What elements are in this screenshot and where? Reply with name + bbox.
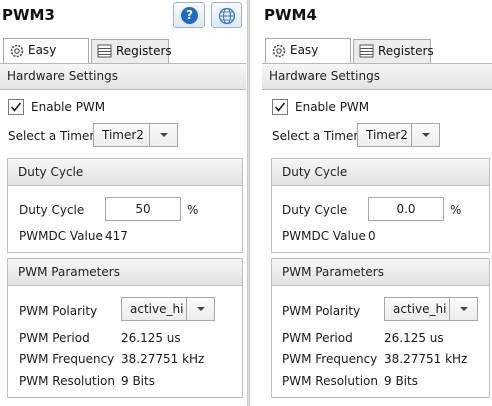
tab-registers[interactable]: Registers: [353, 39, 434, 63]
resolution-label: PWM Resolution: [282, 374, 378, 388]
gear-icon: [272, 44, 286, 58]
enable-pwm-checkbox[interactable]: [8, 99, 24, 115]
chevron-down-icon[interactable]: [449, 298, 477, 320]
tab-easy-setup[interactable]: Easy Setup: [265, 38, 351, 79]
panel-splitter[interactable]: [247, 0, 250, 406]
pwm-parameters-header: PWM Parameters: [272, 259, 489, 286]
checkmark-icon: [10, 102, 22, 112]
duty-cycle-input[interactable]: 50: [105, 197, 181, 221]
pwmdc-label: PWMDC Value: [19, 229, 103, 243]
chevron-down-icon[interactable]: [186, 298, 214, 320]
enable-pwm-checkbox[interactable]: [272, 99, 288, 115]
polarity-value: active_hi: [130, 302, 184, 316]
help-button[interactable]: ?: [173, 2, 205, 28]
help-icon: ?: [181, 7, 198, 24]
pwm3-panel: PWM3 ? Easy Setup Registers Hardware Set…: [0, 0, 246, 406]
registers-icon: [97, 44, 112, 58]
period-value: 26.125 us: [384, 331, 444, 345]
polarity-label: PWM Polarity: [282, 304, 361, 318]
panel-title: PWM4: [264, 6, 317, 24]
tab-easy-setup[interactable]: Easy Setup: [3, 38, 89, 79]
polarity-select[interactable]: active_hi: [121, 297, 215, 321]
period-label: PWM Period: [282, 331, 353, 345]
polarity-select[interactable]: active_hi: [384, 297, 478, 321]
enable-pwm-label: Enable PWM: [31, 100, 106, 114]
checkmark-icon: [274, 102, 286, 112]
period-value: 26.125 us: [121, 331, 181, 345]
pwm-parameters-header: PWM Parameters: [8, 259, 242, 286]
duty-cycle-input[interactable]: 0.0: [368, 197, 444, 221]
resolution-label: PWM Resolution: [19, 374, 115, 388]
globe-icon: [218, 7, 236, 25]
frequency-value: 38.27751 kHz: [384, 352, 468, 366]
duty-cycle-label: Duty Cycle: [282, 203, 348, 217]
panel-title: PWM3: [2, 6, 55, 24]
duty-unit: %: [187, 203, 199, 217]
gear-icon: [10, 44, 24, 58]
frequency-value: 38.27751 kHz: [121, 352, 205, 366]
tab-label: Registers: [378, 44, 434, 58]
timer-value: Timer2: [102, 128, 144, 142]
registers-icon: [359, 44, 374, 58]
timer-select[interactable]: Timer2: [93, 123, 178, 147]
duty-cycle-header: Duty Cycle: [8, 159, 242, 186]
timer-select[interactable]: Timer2: [357, 123, 440, 147]
enable-pwm-label: Enable PWM: [295, 100, 370, 114]
hardware-settings-header: Hardware Settings: [0, 63, 246, 90]
resolution-value: 9 Bits: [384, 374, 418, 388]
pwmdc-label: PWMDC Value: [282, 229, 366, 243]
hardware-settings-header: Hardware Settings: [262, 63, 492, 90]
chevron-down-icon[interactable]: [411, 124, 439, 146]
globe-button[interactable]: [211, 2, 242, 28]
timer-label: Select a Timer :: [8, 129, 103, 143]
tab-label: Registers: [116, 44, 172, 58]
chevron-down-icon[interactable]: [149, 124, 177, 146]
duty-unit: %: [450, 203, 462, 217]
tab-registers[interactable]: Registers: [91, 39, 172, 63]
timer-label: Select a Timer :: [272, 129, 367, 143]
frequency-label: PWM Frequency: [19, 352, 115, 366]
duty-cycle-header: Duty Cycle: [272, 159, 489, 186]
duty-cycle-label: Duty Cycle: [19, 203, 85, 217]
resolution-value: 9 Bits: [121, 374, 155, 388]
pwm4-panel: PWM4 Easy Setup Registers Hardware Setti…: [262, 0, 492, 406]
timer-value: Timer2: [366, 128, 408, 142]
polarity-value: active_hi: [393, 302, 447, 316]
polarity-label: PWM Polarity: [19, 304, 98, 318]
pwmdc-value: 417: [105, 229, 128, 243]
period-label: PWM Period: [19, 331, 90, 345]
pwmdc-value: 0: [368, 229, 376, 243]
frequency-label: PWM Frequency: [282, 352, 378, 366]
